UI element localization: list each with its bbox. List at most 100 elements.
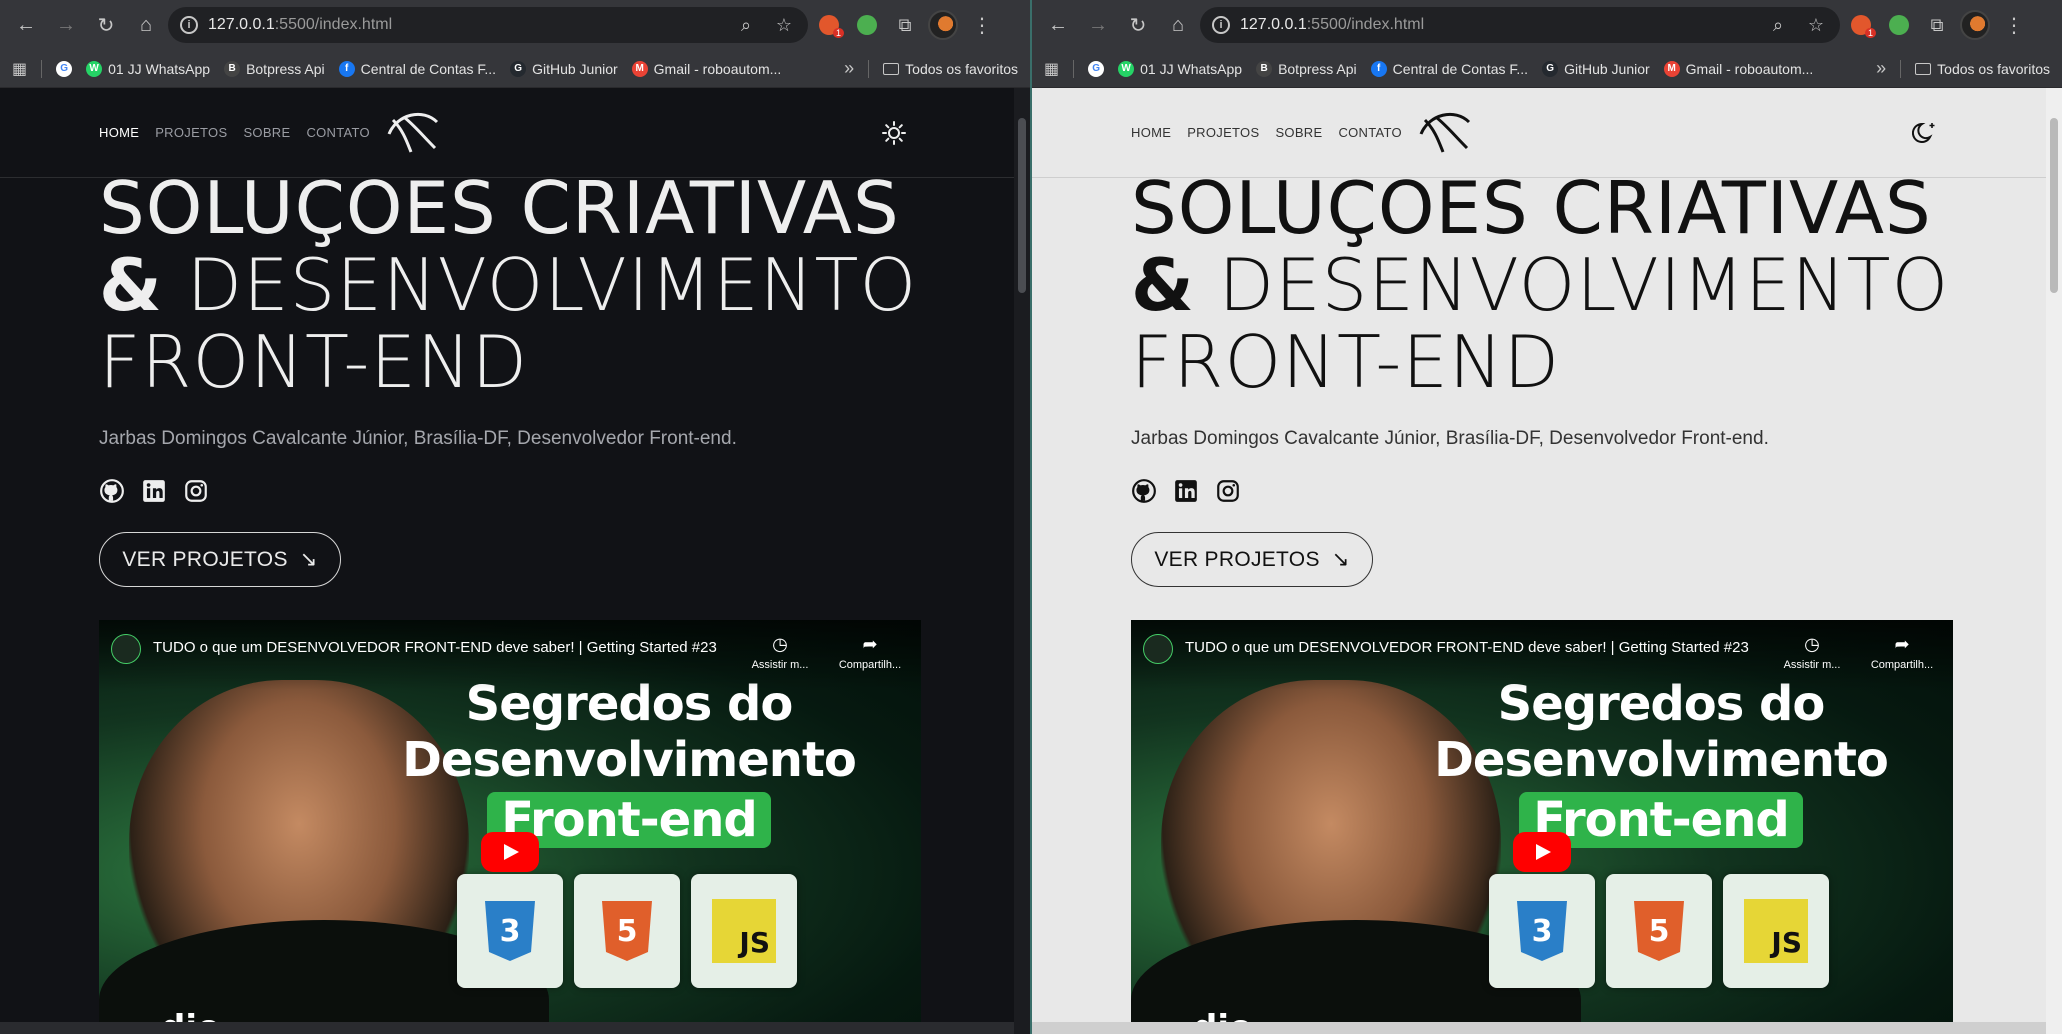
bookmark-label: Central de Contas F...: [1392, 60, 1529, 77]
logo-icon[interactable]: [1415, 108, 1473, 154]
extension-icon[interactable]: 1: [1844, 8, 1878, 42]
bookmark-item[interactable]: B Botpress Api: [1256, 60, 1357, 77]
scrollbar[interactable]: [2046, 88, 2062, 1034]
bookmark-item[interactable]: f Central de Contas F...: [338, 60, 496, 77]
channel-avatar[interactable]: [1143, 634, 1173, 664]
bookmark-star-icon[interactable]: ☆: [770, 15, 798, 36]
page-viewport: HOME PROJETOS SOBRE CONTATO SOLUÇÕES CRIATI…: [1032, 88, 2062, 1034]
google-icon[interactable]: G: [56, 60, 73, 77]
zoom-icon[interactable]: ⌕: [732, 15, 760, 36]
back-icon[interactable]: ←: [1040, 7, 1076, 43]
view-projects-button[interactable]: VER PROJETOS ↘: [1131, 532, 1373, 587]
watch-later-label: Assistir m...: [751, 659, 809, 671]
share-button[interactable]: ➦ Compartilh...: [831, 634, 909, 671]
arrow-down-right-icon: ↘: [1331, 548, 1350, 571]
bookmark-label: GitHub Junior: [1564, 60, 1650, 77]
google-icon[interactable]: G: [1088, 60, 1105, 77]
nav-contato[interactable]: CONTATO: [1338, 125, 1402, 140]
bookmark-item[interactable]: B Botpress Api: [224, 60, 325, 77]
channel-avatar[interactable]: [111, 634, 141, 664]
home-icon[interactable]: ⌂: [128, 7, 164, 43]
scrollbar[interactable]: [1014, 88, 1030, 1034]
video-embed[interactable]: Segredos do Desenvolvimento Front-end 3 …: [1131, 620, 1953, 1034]
horizontal-scrollbar[interactable]: [0, 1022, 1014, 1034]
extension-icon[interactable]: [1882, 8, 1916, 42]
watch-later-button[interactable]: ◷ Assistir m...: [741, 634, 819, 671]
browser-toolbar: ← → ↻ ⌂ i 127.0.0.1:5500/index.html ⌕ ☆ …: [1032, 0, 2062, 50]
hero-line-2: DESENVOLVIMENTO: [162, 243, 918, 327]
bookmark-star-icon[interactable]: ☆: [1802, 15, 1830, 36]
bookmark-item[interactable]: M Gmail - roboautom...: [631, 60, 781, 77]
extensions-puzzle-icon[interactable]: ⧉: [888, 8, 922, 42]
bookmark-item[interactable]: W 01 JJ WhatsApp: [86, 60, 210, 77]
instagram-icon[interactable]: [1215, 478, 1241, 504]
browser-window-dark: ← → ↻ ⌂ i 127.0.0.1:5500/index.html ⌕ ☆ …: [0, 0, 1030, 1034]
all-bookmarks[interactable]: Todos os favoritos: [883, 61, 1018, 77]
video-title[interactable]: TUDO o que um DESENVOLVEDOR FRONT-END de…: [1185, 634, 1761, 656]
apps-icon[interactable]: ▦: [1044, 59, 1059, 79]
nav-sobre[interactable]: SOBRE: [243, 125, 290, 140]
moon-icon[interactable]: [1912, 119, 1940, 147]
js-logo-card: JS: [1723, 874, 1829, 988]
extensions-puzzle-icon[interactable]: ⧉: [1920, 8, 1954, 42]
site-info-icon[interactable]: i: [1212, 16, 1230, 34]
bookmark-item[interactable]: W 01 JJ WhatsApp: [1118, 60, 1242, 77]
menu-icon[interactable]: ⋮: [1996, 7, 2032, 43]
bookmark-item[interactable]: G GitHub Junior: [510, 60, 618, 77]
apps-icon[interactable]: ▦: [12, 59, 27, 79]
hero-ampersand: &: [1131, 243, 1195, 327]
home-icon[interactable]: ⌂: [1160, 7, 1196, 43]
nav-projetos[interactable]: PROJETOS: [1187, 125, 1259, 140]
nav-projetos[interactable]: PROJETOS: [155, 125, 227, 140]
sun-icon[interactable]: [880, 119, 908, 147]
extension-icon[interactable]: 1: [812, 8, 846, 42]
site-info-icon[interactable]: i: [180, 16, 198, 34]
main-nav: HOME PROJETOS SOBRE CONTATO: [99, 125, 370, 140]
bookmark-item[interactable]: M Gmail - roboautom...: [1663, 60, 1813, 77]
bookmark-favicon-icon: M: [1663, 60, 1680, 77]
video-title[interactable]: TUDO o que um DESENVOLVEDOR FRONT-END de…: [153, 634, 729, 656]
youtube-play-button[interactable]: [1513, 832, 1571, 872]
address-bar[interactable]: i 127.0.0.1:5500/index.html ⌕ ☆: [1200, 7, 1840, 43]
forward-icon[interactable]: →: [1080, 7, 1116, 43]
linkedin-icon[interactable]: [141, 478, 167, 504]
github-icon[interactable]: [1131, 478, 1157, 504]
video-embed[interactable]: Segredos do Desenvolvimento Front-end 3 …: [99, 620, 921, 1034]
scrollbar-thumb[interactable]: [2050, 118, 2058, 293]
profile-avatar[interactable]: [926, 8, 960, 42]
forward-icon[interactable]: →: [48, 7, 84, 43]
instagram-icon[interactable]: [183, 478, 209, 504]
horizontal-scrollbar[interactable]: [1032, 1022, 2046, 1034]
bookmark-favicon-icon: M: [631, 60, 648, 77]
more-bookmarks-icon[interactable]: »: [1876, 58, 1886, 79]
nav-contato[interactable]: CONTATO: [306, 125, 370, 140]
extension-badge: 1: [832, 28, 844, 38]
youtube-play-button[interactable]: [481, 832, 539, 872]
hero-ampersand: &: [99, 243, 163, 327]
reload-icon[interactable]: ↻: [1120, 7, 1156, 43]
github-icon[interactable]: [99, 478, 125, 504]
reload-icon[interactable]: ↻: [88, 7, 124, 43]
bookmark-item[interactable]: G GitHub Junior: [1542, 60, 1650, 77]
logo-icon[interactable]: [383, 108, 441, 154]
linkedin-icon[interactable]: [1173, 478, 1199, 504]
bookmark-item[interactable]: f Central de Contas F...: [1370, 60, 1529, 77]
profile-avatar[interactable]: [1958, 8, 1992, 42]
extension-icon[interactable]: [850, 8, 884, 42]
all-bookmarks[interactable]: Todos os favoritos: [1915, 61, 2050, 77]
menu-icon[interactable]: ⋮: [964, 7, 1000, 43]
more-bookmarks-icon[interactable]: »: [844, 58, 854, 79]
nav-sobre[interactable]: SOBRE: [1275, 125, 1322, 140]
back-icon[interactable]: ←: [8, 7, 44, 43]
watch-later-button[interactable]: ◷ Assistir m...: [1773, 634, 1851, 671]
zoom-icon[interactable]: ⌕: [1764, 15, 1792, 36]
address-bar[interactable]: i 127.0.0.1:5500/index.html ⌕ ☆: [168, 7, 808, 43]
view-projects-button[interactable]: VER PROJETOS ↘: [99, 532, 341, 587]
nav-home[interactable]: HOME: [1131, 125, 1171, 140]
html-logo-card: 5: [574, 874, 680, 988]
video-headline: Segredos do Desenvolvimento Front-end: [389, 676, 869, 848]
share-button[interactable]: ➦ Compartilh...: [1863, 634, 1941, 671]
scrollbar-thumb[interactable]: [1018, 118, 1026, 293]
nav-home[interactable]: HOME: [99, 125, 139, 140]
video-title-bar: TUDO o que um DESENVOLVEDOR FRONT-END de…: [1131, 620, 1953, 690]
